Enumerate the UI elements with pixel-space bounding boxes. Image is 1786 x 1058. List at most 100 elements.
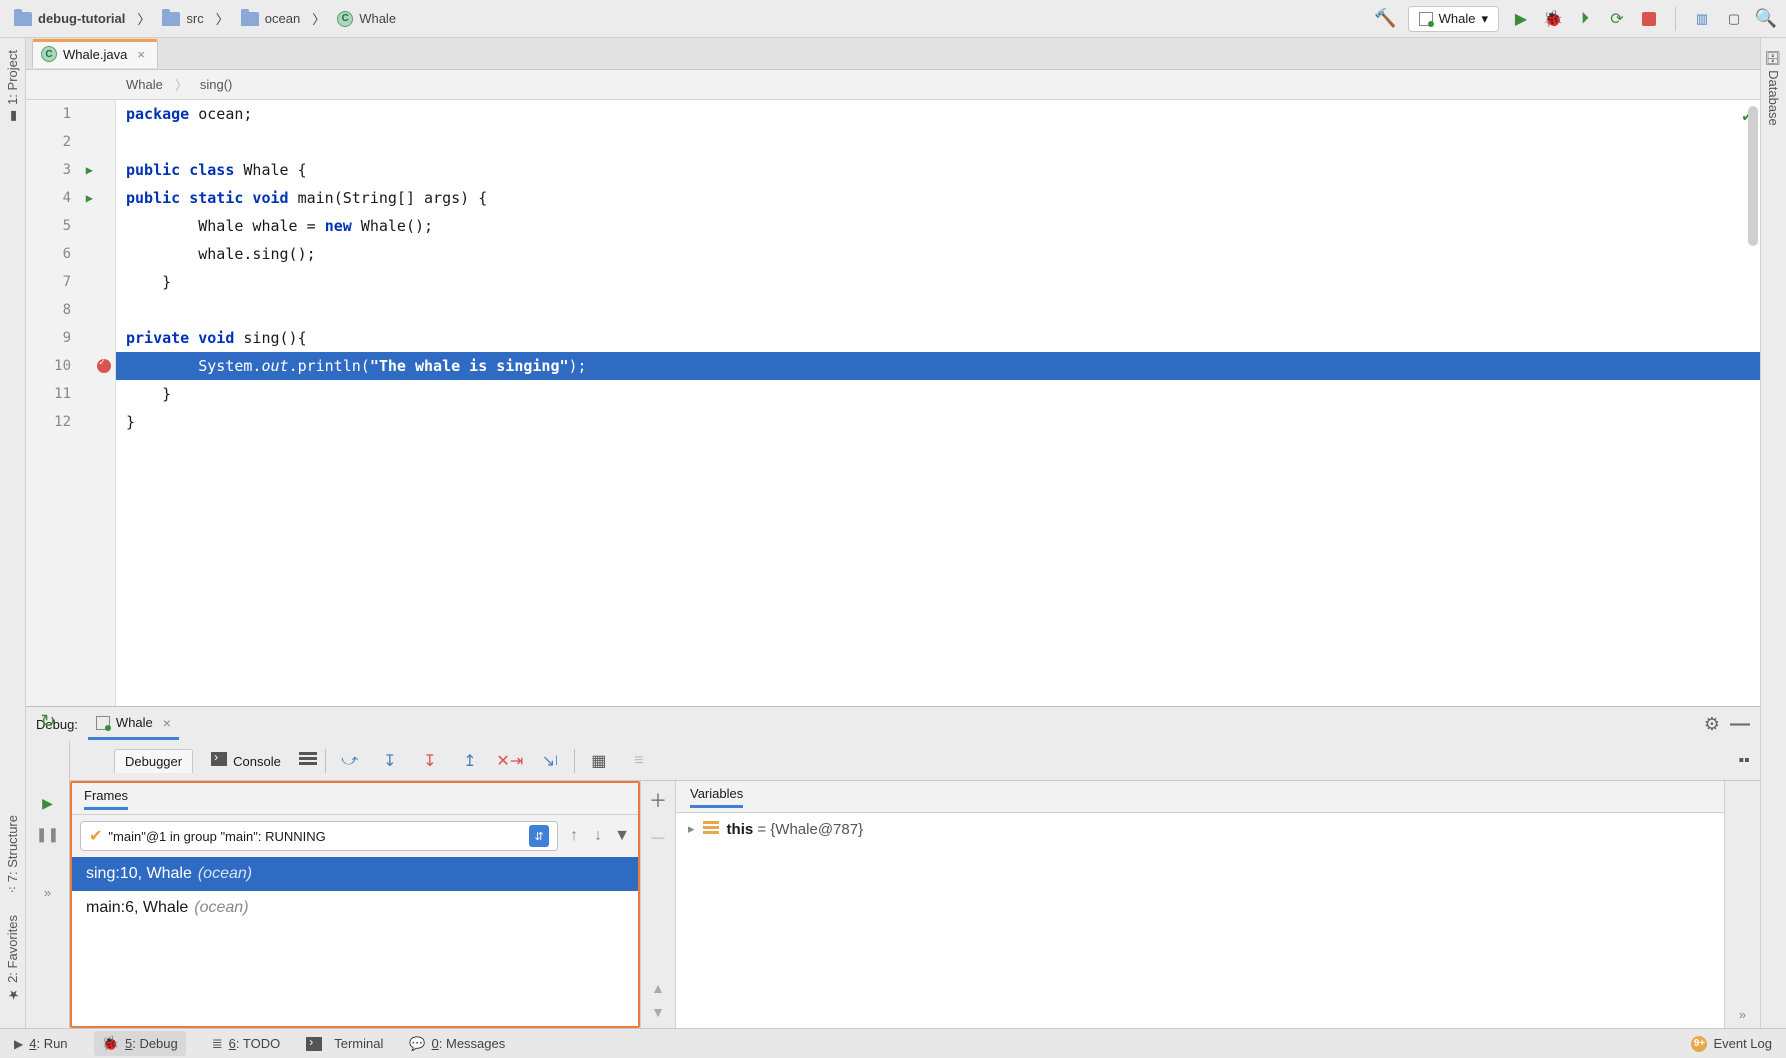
code-line[interactable] (116, 296, 1760, 324)
favorites-tool[interactable]: ★ 2: Favorites (3, 909, 22, 1008)
step-into-button[interactable]: ↧ (374, 747, 406, 775)
run-to-cursor-button[interactable]: ↘| (534, 747, 566, 775)
layout-button[interactable]: ▪▪ (1728, 747, 1760, 775)
left-tool-strip: ▮ 1: Project ⁖ 7: Structure ★ 2: Favorit… (0, 38, 26, 1028)
gutter-line[interactable]: 1 (26, 100, 115, 128)
filter-icon[interactable]: ▼ (614, 827, 630, 845)
code-line[interactable]: } (116, 380, 1760, 408)
todo-tool-button[interactable]: ≣ 6: TODO (212, 1036, 280, 1052)
search-icon[interactable]: 🔍 (1756, 9, 1776, 29)
threads-icon[interactable] (299, 752, 317, 769)
next-frame-button[interactable]: ↓ (590, 827, 606, 845)
step-out-button[interactable]: ↥ (454, 747, 486, 775)
run-gutter-icon[interactable]: ▶ (86, 163, 93, 177)
breakpoint-icon[interactable] (97, 359, 111, 373)
code-line[interactable]: } (116, 268, 1760, 296)
debug-session-tab[interactable]: Whale × (88, 709, 179, 740)
code-line[interactable]: System.out.println("The whale is singing… (116, 352, 1760, 380)
editor-body: ▮ 1: Project ⁖ 7: Structure ★ 2: Favorit… (0, 38, 1786, 1028)
add-watch-button[interactable]: ＋ (649, 781, 667, 819)
trace-button[interactable]: ≡ (623, 747, 655, 775)
profile-button[interactable]: ⟳ (1607, 9, 1627, 29)
code-area[interactable]: ✔ package ocean;public class Whale { pub… (116, 100, 1760, 706)
event-log-button[interactable]: 9+ Event Log (1691, 1036, 1772, 1052)
frame-list[interactable]: sing:10, Whale (ocean)main:6, Whale (oce… (72, 857, 638, 1026)
scrollbar-thumb[interactable] (1748, 106, 1758, 246)
expand-icon[interactable]: ▸ (688, 821, 695, 837)
gutter-line[interactable]: 11 (26, 380, 115, 408)
gutter-line[interactable]: 8 (26, 296, 115, 324)
structure-tool[interactable]: ⁖ 7: Structure (3, 809, 22, 899)
close-icon[interactable]: × (163, 715, 171, 731)
window-icon[interactable]: ▢ (1724, 9, 1744, 29)
code-line[interactable]: Whale whale = new Whale(); (116, 212, 1760, 240)
run-gutter-icon[interactable]: ▶ (86, 191, 93, 205)
run-config-selector[interactable]: Whale ▾ (1408, 6, 1499, 32)
prev-frame-button[interactable]: ↑ (566, 827, 582, 845)
debug-tool-button[interactable]: 🐞 5: Debug (94, 1031, 186, 1056)
breadcrumb-ocean[interactable]: ocean (237, 9, 304, 28)
breadcrumb-class[interactable]: C Whale (333, 9, 400, 29)
drop-frame-button[interactable]: ✕⇥ (494, 747, 526, 775)
code-line[interactable]: public static void main(String[] args) { (116, 184, 1760, 212)
database-tool[interactable]: 🗄 Database (1764, 44, 1783, 132)
gutter-line[interactable]: 9 (26, 324, 115, 352)
pause-button[interactable]: ❚❚ (36, 826, 59, 843)
code-line[interactable]: } (116, 408, 1760, 436)
scroll-down-icon[interactable]: ▼ (651, 1000, 665, 1028)
breadcrumb-src[interactable]: src (158, 9, 207, 28)
gutter-line[interactable]: 2 (26, 128, 115, 156)
gutter-line[interactable]: 6 (26, 240, 115, 268)
crumb-method[interactable]: sing() (200, 77, 233, 92)
gutter-line[interactable]: 7 (26, 268, 115, 296)
more-button[interactable]: » (44, 885, 51, 900)
close-icon[interactable]: × (137, 47, 145, 62)
more-button[interactable]: » (1739, 1001, 1746, 1028)
debug-button[interactable]: 🐞 (1543, 9, 1563, 29)
minimize-icon[interactable]: — (1730, 713, 1750, 736)
run-button[interactable]: ▶ (1511, 9, 1531, 29)
code-line[interactable]: package ocean; (116, 100, 1760, 128)
code-line[interactable]: private void sing(){ (116, 324, 1760, 352)
code-line[interactable]: whale.sing(); (116, 240, 1760, 268)
evaluate-button[interactable]: ▦ (583, 747, 615, 775)
scroll-up-icon[interactable]: ▲ (651, 976, 665, 1000)
variables-body[interactable]: ▸ this = {Whale@787} (676, 813, 1724, 1028)
gutter[interactable]: 123▶4▶56789101112 (26, 100, 116, 706)
debugger-tab[interactable]: Debugger (114, 749, 193, 773)
variable-entry[interactable]: this = {Whale@787} (727, 821, 864, 838)
gutter-line[interactable]: 4▶ (26, 184, 115, 212)
force-step-into-button[interactable]: ↧ (414, 747, 446, 775)
thread-selector[interactable]: ✔ "main"@1 in group "main": RUNNING ⇵ (80, 821, 558, 851)
remove-watch-button[interactable]: － (649, 819, 667, 857)
gutter-line[interactable]: 10 (26, 352, 115, 380)
rerun-button[interactable]: ↻ (26, 701, 70, 741)
gear-icon[interactable]: ⚙ (1704, 714, 1720, 735)
gutter-line[interactable]: 12 (26, 408, 115, 436)
crumb-class[interactable]: Whale (126, 77, 163, 92)
stop-button[interactable] (1639, 9, 1659, 29)
file-tab-whale[interactable]: C Whale.java × (32, 39, 158, 68)
debug-toolbar: Debugger Console ⤻ ↧ ↧ ↥ ✕⇥ ↘| (70, 741, 1760, 781)
gutter-line[interactable]: 3▶ (26, 156, 115, 184)
coverage-button[interactable]: ⏵ (1575, 9, 1595, 29)
frame-item[interactable]: main:6, Whale (ocean) (72, 891, 638, 925)
code-line[interactable]: public class Whale { (116, 156, 1760, 184)
project-tool[interactable]: ▮ 1: Project (3, 44, 22, 130)
structure-icon[interactable]: ▥ (1692, 9, 1712, 29)
code-line[interactable] (116, 128, 1760, 156)
breadcrumb-sep: 〉 (308, 7, 329, 30)
build-icon[interactable]: 🔨 (1376, 9, 1396, 29)
terminal-tool-button[interactable]: Terminal (306, 1036, 383, 1051)
variables-label: Variables (690, 786, 743, 808)
breadcrumb-project[interactable]: debug-tutorial (10, 9, 129, 28)
code-editor[interactable]: 123▶4▶56789101112 ✔ package ocean;public… (26, 100, 1760, 706)
run-tool-button[interactable]: ▶ 4: Run (14, 1036, 68, 1051)
resume-button[interactable]: ▶ (42, 795, 53, 812)
messages-tool-button[interactable]: 💬 0: Messages (409, 1036, 505, 1052)
dropdown-icon[interactable]: ⇵ (529, 825, 549, 847)
console-tab[interactable]: Console (201, 748, 291, 773)
frame-item[interactable]: sing:10, Whale (ocean) (72, 857, 638, 891)
step-over-button[interactable]: ⤻ (334, 747, 366, 775)
gutter-line[interactable]: 5 (26, 212, 115, 240)
